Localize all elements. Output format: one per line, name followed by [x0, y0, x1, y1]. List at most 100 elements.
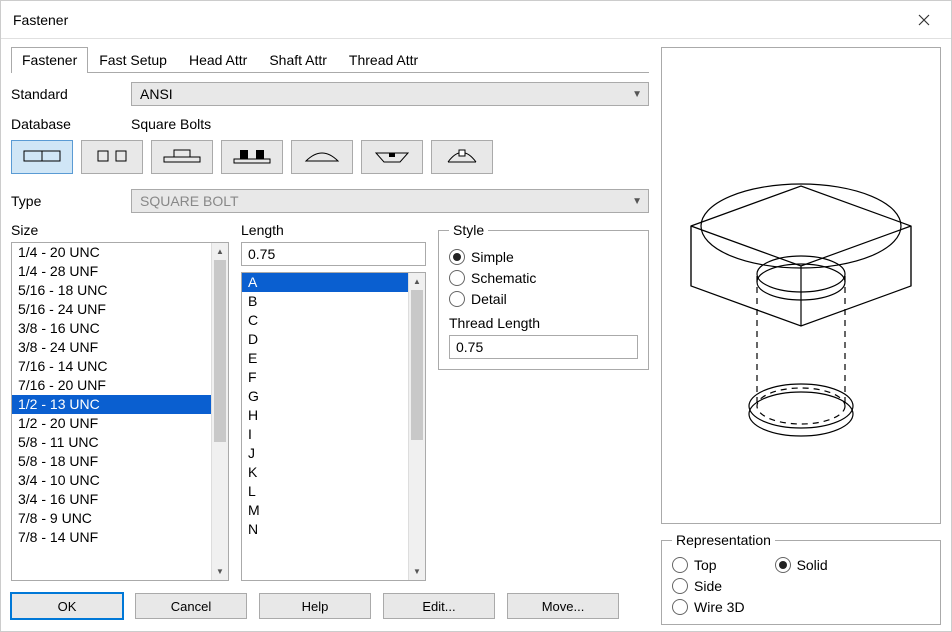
bolt-type-1-button[interactable] — [11, 140, 73, 174]
bolt-type-7-icon — [440, 147, 484, 168]
list-item[interactable]: F — [242, 368, 408, 387]
list-item[interactable]: J — [242, 444, 408, 463]
button-row: OK Cancel Help Edit... Move... — [11, 593, 649, 619]
chevron-down-icon: ▼ — [632, 89, 642, 100]
list-item[interactable]: B — [242, 292, 408, 311]
list-item[interactable]: M — [242, 501, 408, 520]
radio-icon — [672, 599, 688, 615]
style-radio-simple[interactable]: Simple — [449, 249, 638, 265]
bolt-type-5-button[interactable] — [291, 140, 353, 174]
list-item[interactable]: I — [242, 425, 408, 444]
bolt-type-2-icon — [90, 147, 134, 168]
list-item[interactable]: 1/2 - 13 UNC — [12, 395, 211, 414]
list-item[interactable]: D — [242, 330, 408, 349]
help-button[interactable]: Help — [259, 593, 371, 619]
radio-label: Schematic — [471, 270, 536, 286]
list-item[interactable]: 7/8 - 14 UNF — [12, 528, 211, 547]
list-item[interactable]: 3/4 - 16 UNF — [12, 490, 211, 509]
style-radio-schematic[interactable]: Schematic — [449, 270, 638, 286]
bolt-preview-icon — [671, 76, 931, 496]
radio-label: Detail — [471, 291, 507, 307]
style-legend: Style — [449, 222, 488, 238]
list-item[interactable]: A — [242, 273, 408, 292]
scroll-up-icon[interactable]: ▲ — [409, 273, 425, 290]
list-item[interactable]: E — [242, 349, 408, 368]
radio-label: Wire 3D — [694, 599, 745, 615]
standard-dropdown[interactable]: ANSI ▼ — [131, 82, 649, 106]
list-item[interactable]: 5/8 - 18 UNF — [12, 452, 211, 471]
length-input[interactable] — [241, 242, 426, 266]
radio-icon — [449, 291, 465, 307]
tab-shaft-attr[interactable]: Shaft Attr — [258, 47, 338, 73]
standard-label: Standard — [11, 86, 131, 102]
size-listbox[interactable]: 1/4 - 20 UNC1/4 - 28 UNF5/16 - 18 UNC5/1… — [11, 242, 229, 581]
scroll-down-icon[interactable]: ▼ — [409, 563, 425, 580]
close-button[interactable] — [901, 4, 947, 36]
scrollbar[interactable]: ▲ ▼ — [211, 243, 228, 580]
radio-icon — [449, 270, 465, 286]
bolt-type-5-icon — [300, 147, 344, 168]
rep-radio-solid[interactable]: Solid — [775, 557, 828, 573]
list-item[interactable]: 3/8 - 16 UNC — [12, 319, 211, 338]
database-value: Square Bolts — [131, 116, 211, 132]
thread-length-input[interactable] — [449, 335, 638, 359]
bolt-type-3-button[interactable] — [151, 140, 213, 174]
list-item[interactable]: N — [242, 520, 408, 539]
titlebar: Fastener — [1, 1, 951, 39]
list-item[interactable]: 1/4 - 28 UNF — [12, 262, 211, 281]
tab-fast-setup[interactable]: Fast Setup — [88, 47, 178, 73]
bolt-type-2-button[interactable] — [81, 140, 143, 174]
style-radio-detail[interactable]: Detail — [449, 291, 638, 307]
list-item[interactable]: 3/4 - 10 UNC — [12, 471, 211, 490]
list-item[interactable]: L — [242, 482, 408, 501]
content: FastenerFast SetupHead AttrShaft AttrThr… — [1, 39, 951, 631]
radio-label: Simple — [471, 249, 514, 265]
list-item[interactable]: 5/16 - 18 UNC — [12, 281, 211, 300]
rep-radio-wire-3d[interactable]: Wire 3D — [672, 599, 745, 615]
list-item[interactable]: 5/8 - 11 UNC — [12, 433, 211, 452]
scroll-down-icon[interactable]: ▼ — [212, 563, 228, 580]
tab-head-attr[interactable]: Head Attr — [178, 47, 258, 73]
window-title: Fastener — [13, 12, 68, 28]
radio-label: Solid — [797, 557, 828, 573]
length-listbox[interactable]: ABCDEFGHIJKLMN ▲ ▼ — [241, 272, 426, 581]
radio-icon — [775, 557, 791, 573]
list-item[interactable]: H — [242, 406, 408, 425]
scroll-up-icon[interactable]: ▲ — [212, 243, 228, 260]
list-item[interactable]: K — [242, 463, 408, 482]
radio-icon — [672, 557, 688, 573]
size-label: Size — [11, 222, 229, 238]
type-dropdown[interactable]: SQUARE BOLT ▼ — [131, 189, 649, 213]
preview-pane — [661, 47, 941, 524]
list-item[interactable]: C — [242, 311, 408, 330]
bolt-type-6-button[interactable] — [361, 140, 423, 174]
bolt-type-6-icon — [370, 147, 414, 168]
list-item[interactable]: 1/4 - 20 UNC — [12, 243, 211, 262]
radio-label: Side — [694, 578, 722, 594]
style-column: Style SimpleSchematicDetail Thread Lengt… — [438, 222, 649, 581]
cancel-button[interactable]: Cancel — [135, 593, 247, 619]
standard-value: ANSI — [140, 86, 173, 102]
list-item[interactable]: G — [242, 387, 408, 406]
move-button[interactable]: Move... — [507, 593, 619, 619]
tab-fastener[interactable]: Fastener — [11, 47, 88, 73]
ok-button[interactable]: OK — [11, 593, 123, 619]
list-item[interactable]: 7/16 - 14 UNC — [12, 357, 211, 376]
list-item[interactable]: 7/8 - 9 UNC — [12, 509, 211, 528]
list-item[interactable]: 7/16 - 20 UNF — [12, 376, 211, 395]
rep-radio-top[interactable]: Top — [672, 557, 745, 573]
scrollbar[interactable]: ▲ ▼ — [408, 273, 425, 580]
rep-radio-side[interactable]: Side — [672, 578, 745, 594]
right-panel: Representation TopSideWire 3D Solid — [661, 47, 941, 631]
list-item[interactable]: 1/2 - 20 UNF — [12, 414, 211, 433]
list-item[interactable]: 3/8 - 24 UNF — [12, 338, 211, 357]
tab-thread-attr[interactable]: Thread Attr — [338, 47, 429, 73]
representation-fieldset: Representation TopSideWire 3D Solid — [661, 532, 941, 625]
tab-bar: FastenerFast SetupHead AttrShaft AttrThr… — [11, 47, 649, 73]
radio-icon — [672, 578, 688, 594]
edit-button[interactable]: Edit... — [383, 593, 495, 619]
bolt-type-7-button[interactable] — [431, 140, 493, 174]
database-row: Database Square Bolts — [11, 116, 649, 132]
bolt-type-4-button[interactable] — [221, 140, 283, 174]
list-item[interactable]: 5/16 - 24 UNF — [12, 300, 211, 319]
